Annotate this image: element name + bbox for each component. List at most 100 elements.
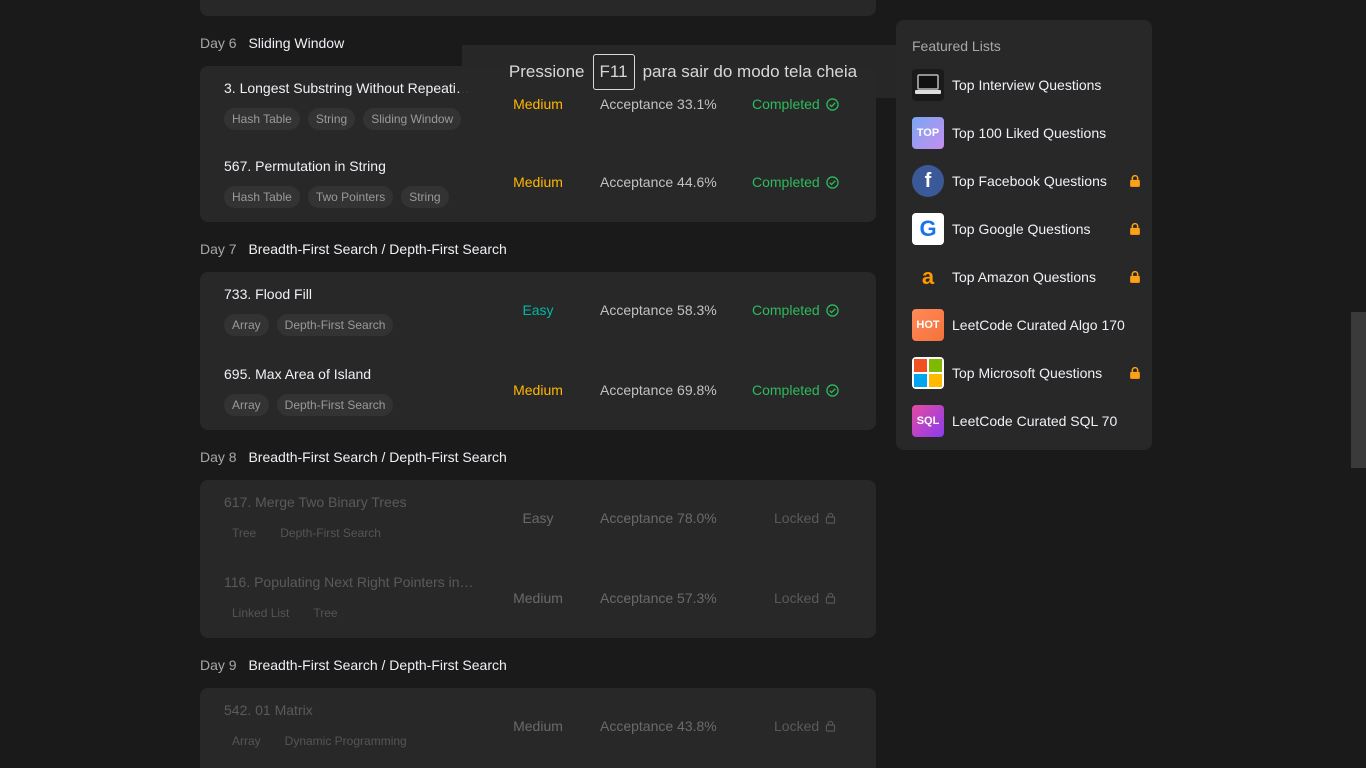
day-header: Day 8 Breadth-First Search / Depth-First… bbox=[200, 447, 507, 467]
problem-tags: Linked List Tree bbox=[224, 602, 346, 624]
notice-suffix: para sair do modo tela cheia bbox=[642, 61, 858, 81]
status-locked: Locked bbox=[774, 718, 836, 734]
featured-lists-panel: Featured Lists Top Interview Questions T… bbox=[896, 20, 1152, 450]
top-100-icon: TOP bbox=[912, 117, 944, 149]
check-circle-icon bbox=[825, 97, 839, 111]
featured-list-label: Top 100 Liked Questions bbox=[952, 125, 1107, 141]
difficulty-label: Medium bbox=[513, 590, 563, 606]
status-completed: Completed bbox=[752, 382, 839, 398]
tag: Array bbox=[232, 734, 261, 748]
icon-text: SQL bbox=[916, 415, 940, 427]
problem-title[interactable]: 3. Longest Substring Without Repeating C… bbox=[224, 80, 474, 96]
difficulty-label: Easy bbox=[522, 510, 554, 526]
icon-text: f bbox=[924, 169, 932, 192]
fullscreen-exit-notice: Pressione F11 para sair do modo tela che… bbox=[462, 45, 904, 98]
featured-list-item[interactable]: a Top Amazon Questions bbox=[912, 261, 1142, 293]
check-circle-icon bbox=[825, 175, 839, 189]
tag: Linked List bbox=[232, 606, 290, 620]
problem-tags: Tree Depth-First Search bbox=[224, 522, 389, 544]
status-label: Completed bbox=[752, 302, 820, 318]
problem-tags: Hash Table String Sliding Window bbox=[224, 108, 462, 130]
problem-tags: Hash Table Two Pointers String bbox=[224, 186, 449, 208]
status-label: Locked bbox=[774, 510, 820, 526]
featured-list-item[interactable]: HOT LeetCode Curated Algo 170 bbox=[912, 309, 1142, 341]
scrollbar-thumb[interactable] bbox=[1351, 312, 1366, 468]
problem-title: 617. Merge Two Binary Trees bbox=[224, 494, 407, 510]
featured-list-label: LeetCode Curated Algo 170 bbox=[952, 317, 1125, 333]
icon-text: HOT bbox=[916, 319, 940, 331]
problem-title: 542. 01 Matrix bbox=[224, 702, 313, 718]
check-circle-icon bbox=[825, 303, 839, 317]
lock-icon bbox=[1130, 366, 1140, 379]
day-header: Day 7 Breadth-First Search / Depth-First… bbox=[200, 239, 507, 259]
day-header: Day 9 Breadth-First Search / Depth-First… bbox=[200, 655, 507, 675]
day-card: 542. 01 Matrix Array Dynamic Programming… bbox=[200, 688, 876, 768]
featured-list-label: Top Microsoft Questions bbox=[952, 365, 1103, 381]
difficulty-label: Medium bbox=[513, 382, 563, 398]
problem-row[interactable]: 567. Permutation in String Hash Table Tw… bbox=[200, 144, 876, 224]
lock-icon bbox=[825, 512, 836, 524]
problem-title[interactable]: 695. Max Area of Island bbox=[224, 366, 474, 382]
day-card: 733. Flood Fill Array Depth-First Search… bbox=[200, 272, 876, 430]
status-locked: Locked bbox=[774, 590, 836, 606]
tag[interactable]: String bbox=[401, 186, 449, 208]
lock-icon bbox=[1130, 270, 1140, 283]
tag: Depth-First Search bbox=[280, 526, 381, 540]
previous-day-card bbox=[200, 0, 876, 16]
tag[interactable]: Hash Table bbox=[224, 108, 300, 130]
lock-icon bbox=[825, 592, 836, 604]
tag[interactable]: Hash Table bbox=[224, 186, 300, 208]
tag[interactable]: String bbox=[307, 108, 356, 130]
day-number: Day 8 bbox=[200, 449, 237, 465]
status-completed: Completed bbox=[752, 302, 839, 318]
featured-list-item[interactable]: TOP Top 100 Liked Questions bbox=[912, 117, 1142, 149]
problem-row[interactable]: 733. Flood Fill Array Depth-First Search… bbox=[200, 272, 876, 352]
tag[interactable]: Array bbox=[224, 314, 269, 336]
day-number: Day 7 bbox=[200, 241, 237, 257]
tag[interactable]: Sliding Window bbox=[363, 108, 462, 130]
problem-title: 116. Populating Next Right Pointers in E… bbox=[224, 574, 474, 590]
tag[interactable]: Two Pointers bbox=[307, 186, 394, 208]
tag[interactable]: Array bbox=[224, 394, 269, 416]
featured-list-item[interactable]: G Top Google Questions bbox=[912, 213, 1142, 245]
icon-text: TOP bbox=[916, 127, 940, 139]
status-label: Completed bbox=[752, 382, 820, 398]
status-label: Completed bbox=[752, 174, 820, 190]
featured-list-item[interactable]: SQL LeetCode Curated SQL 70 bbox=[912, 405, 1142, 437]
featured-list-label: Top Amazon Questions bbox=[952, 269, 1096, 285]
icon-text: G bbox=[919, 216, 937, 241]
f11-key: F11 bbox=[592, 53, 635, 90]
status-completed: Completed bbox=[752, 174, 839, 190]
tag: Tree bbox=[313, 606, 338, 620]
status-label: Locked bbox=[774, 718, 820, 734]
day-card: 617. Merge Two Binary Trees Tree Depth-F… bbox=[200, 480, 876, 638]
difficulty-label: Medium bbox=[513, 96, 563, 112]
notice-prefix: Pressione bbox=[508, 61, 585, 81]
tag: Tree bbox=[232, 526, 257, 540]
acceptance-rate: Acceptance 43.8% bbox=[600, 718, 717, 734]
problem-row[interactable]: 695. Max Area of Island Array Depth-Firs… bbox=[200, 352, 876, 432]
difficulty-label: Medium bbox=[513, 174, 563, 190]
tag[interactable]: Depth-First Search bbox=[276, 314, 394, 336]
featured-list-label: Top Facebook Questions bbox=[952, 173, 1107, 189]
featured-list-label: LeetCode Curated SQL 70 bbox=[952, 413, 1118, 429]
difficulty-label: Easy bbox=[522, 302, 554, 318]
featured-list-label: Top Interview Questions bbox=[952, 77, 1102, 93]
difficulty-label: Medium bbox=[513, 718, 563, 734]
problem-title[interactable]: 733. Flood Fill bbox=[224, 286, 474, 302]
status-completed: Completed bbox=[752, 96, 839, 112]
problem-title[interactable]: 567. Permutation in String bbox=[224, 158, 474, 174]
featured-list-item[interactable]: Top Interview Questions bbox=[912, 69, 1142, 101]
tag[interactable]: Depth-First Search bbox=[276, 394, 394, 416]
acceptance-rate: Acceptance 58.3% bbox=[600, 302, 717, 318]
featured-list-item[interactable]: f Top Facebook Questions bbox=[912, 165, 1142, 197]
facebook-icon: f bbox=[912, 165, 944, 197]
featured-list-item[interactable]: Top Microsoft Questions bbox=[912, 357, 1142, 389]
status-locked: Locked bbox=[774, 510, 836, 526]
day-number: Day 9 bbox=[200, 657, 237, 673]
featured-lists-title: Featured Lists bbox=[912, 38, 1001, 54]
acceptance-rate: Acceptance 69.8% bbox=[600, 382, 717, 398]
status-label: Locked bbox=[774, 590, 820, 606]
sql-icon: SQL bbox=[912, 405, 944, 437]
problem-tags: Array Dynamic Programming bbox=[224, 730, 415, 752]
